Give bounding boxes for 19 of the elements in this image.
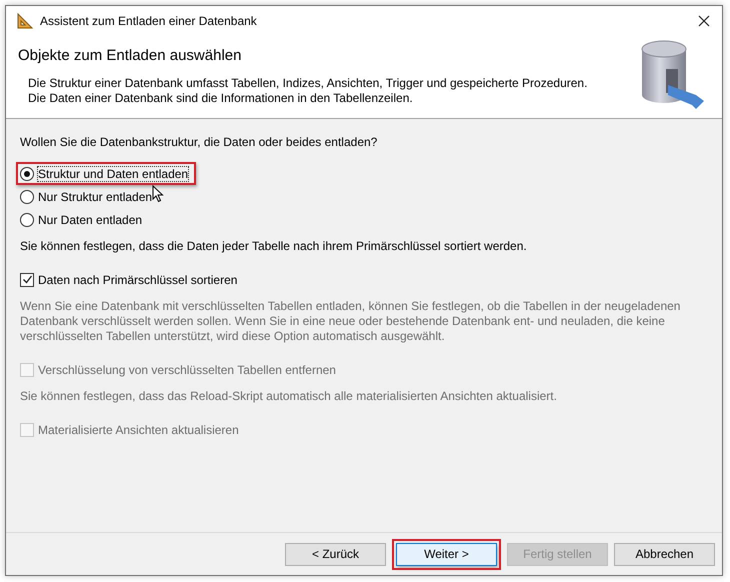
radio-option[interactable]: Nur Struktur entladen	[16, 185, 156, 208]
instruction-text: Wollen Sie die Datenbankstruktur, die Daten oder beides entladen?	[20, 135, 378, 150]
dialog-button[interactable]: < Zurück	[285, 542, 386, 566]
checkmark-icon	[22, 274, 32, 285]
drafting-triangle-icon	[16, 12, 34, 28]
page-heading: Objekte zum Entladen auswählen	[18, 47, 242, 64]
radio-option[interactable]: Struktur und Daten entladen	[16, 162, 196, 185]
description-text: Die Struktur einer Datenbank umfasst Tabellen, Indizes, Ansichten, Trigger und gespeicherte Prozeduren.	[27, 76, 588, 91]
database-icon	[640, 39, 706, 109]
mouse-cursor-icon	[152, 185, 164, 203]
instruction-text: Wenn Sie eine Datenbank mit verschlüsselten Tabellen entladen, können Sie festlegen, ob die Tabellen in der neugeladenen Datenbank verschlüsselt werden sollen. Wenn Sie in eine neue oder bestehende Datenbank ent- und neuladen, die keine verschlüsselten Tabellen unterstützt, wird diese Option automatisch ausgewählt.	[20, 299, 682, 344]
radio-option[interactable]: Nur Daten entladen	[16, 208, 146, 231]
close-icon[interactable]	[698, 14, 710, 26]
dialog-button[interactable]: Abbrechen	[614, 542, 715, 566]
window-title: Assistent zum Entladen einer Datenbank	[40, 14, 258, 28]
checkbox-option[interactable]: Daten nach Primärschlüssel sortieren	[16, 268, 242, 291]
description-text: Die Daten einer Datenbank sind die Informationen in den Tabellenzeilen.	[27, 91, 414, 106]
instruction-text: Sie können festlegen, dass die Daten jeder Tabelle nach ihrem Primärschlüssel sortiert werden.	[20, 239, 527, 254]
instruction-text: Sie können festlegen, dass das Reload-Skript automatisch alle materialisierten Ansichten aktualisiert.	[20, 389, 557, 404]
